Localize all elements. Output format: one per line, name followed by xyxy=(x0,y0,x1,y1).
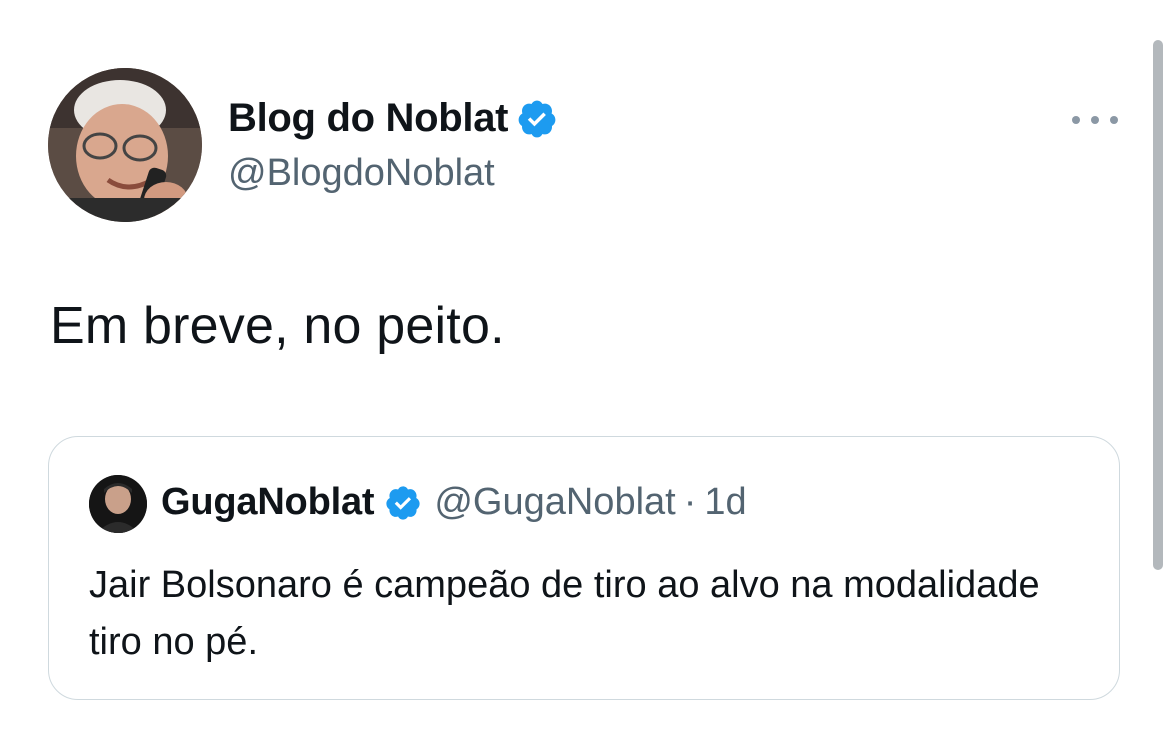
quoted-author-avatar[interactable] xyxy=(89,475,147,533)
author-name-row: Blog do Noblat xyxy=(228,96,558,141)
tweet-text: Em breve, no peito. xyxy=(50,297,505,355)
quoted-tweet-card[interactable]: GugaNoblat @GugaNoblat · 1d Jair Bolsona… xyxy=(48,436,1120,700)
author-display-name[interactable]: Blog do Noblat xyxy=(228,96,509,141)
quoted-author-handle: @GugaNoblat xyxy=(434,481,676,523)
more-options-button[interactable] xyxy=(1072,110,1118,130)
quoted-tweet-text: Jair Bolsonaro é campeão de tiro ao alvo… xyxy=(89,564,1040,663)
verified-badge-icon xyxy=(518,100,556,137)
quoted-author-row: GugaNoblat @GugaNoblat · 1d xyxy=(161,481,747,524)
separator-dot: · xyxy=(683,481,697,523)
author-avatar-image xyxy=(48,68,202,222)
author-handle[interactable]: @BlogdoNoblat xyxy=(228,152,495,195)
quoted-author-display-name: GugaNoblat xyxy=(161,481,375,523)
more-dot-icon xyxy=(1110,116,1118,124)
tweet: Blog do Noblat @BlogdoNoblat Em breve, n… xyxy=(0,0,1170,754)
verified-badge-icon xyxy=(386,485,420,520)
scrollbar[interactable] xyxy=(1153,40,1163,570)
author-avatar[interactable] xyxy=(48,68,202,222)
more-dot-icon xyxy=(1072,116,1080,124)
quoted-tweet-time: 1d xyxy=(704,481,747,523)
more-dot-icon xyxy=(1091,116,1099,124)
quoted-author-avatar-image xyxy=(89,475,147,533)
